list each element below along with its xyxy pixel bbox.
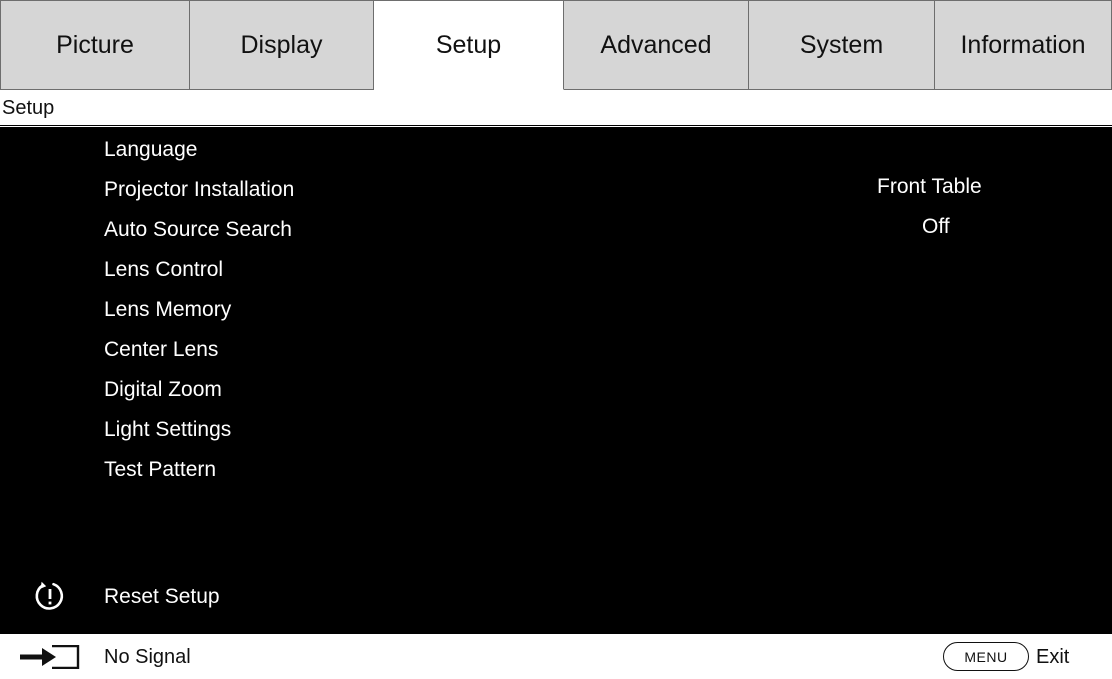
menu-item-auto-source-search[interactable]: Auto Source Search <box>104 216 294 256</box>
tab-advanced[interactable]: Advanced <box>564 1 749 90</box>
menu-item-lens-memory[interactable]: Lens Memory <box>104 296 294 336</box>
menu-item-lens-control[interactable]: Lens Control <box>104 256 294 296</box>
setup-menu-panel: Language Projector Installation Auto Sou… <box>0 127 1112 634</box>
tab-information[interactable]: Information <box>935 1 1112 90</box>
breadcrumb: Setup <box>0 90 1112 126</box>
setup-menu-list: Language Projector Installation Auto Sou… <box>104 136 294 496</box>
menu-item-test-pattern[interactable]: Test Pattern <box>104 456 294 496</box>
menu-item-center-lens[interactable]: Center Lens <box>104 336 294 376</box>
tab-display[interactable]: Display <box>190 1 374 90</box>
menu-item-light-settings[interactable]: Light Settings <box>104 416 294 456</box>
auto-source-search-value[interactable]: Off <box>922 215 950 239</box>
tab-bar: Picture Display Setup Advanced System In… <box>0 0 1112 90</box>
tab-picture[interactable]: Picture <box>0 1 190 90</box>
menu-item-projector-installation[interactable]: Projector Installation <box>104 176 294 216</box>
tab-system[interactable]: System <box>749 1 935 90</box>
reset-setup-row[interactable]: Reset Setup <box>0 577 1112 617</box>
menu-item-language[interactable]: Language <box>104 136 294 176</box>
signal-status: No Signal <box>104 646 191 668</box>
input-source-icon <box>20 645 80 669</box>
menu-item-digital-zoom[interactable]: Digital Zoom <box>104 376 294 416</box>
projector-installation-value[interactable]: Front Table <box>877 175 982 199</box>
tab-setup[interactable]: Setup <box>374 1 564 90</box>
reset-icon <box>35 581 64 610</box>
menu-button[interactable]: MENU <box>943 642 1029 671</box>
status-bar: No Signal MENU Exit <box>0 634 1112 679</box>
reset-setup-label[interactable]: Reset Setup <box>104 585 220 609</box>
osd-frame: Picture Display Setup Advanced System In… <box>0 0 1112 679</box>
exit-label: Exit <box>1036 646 1070 668</box>
